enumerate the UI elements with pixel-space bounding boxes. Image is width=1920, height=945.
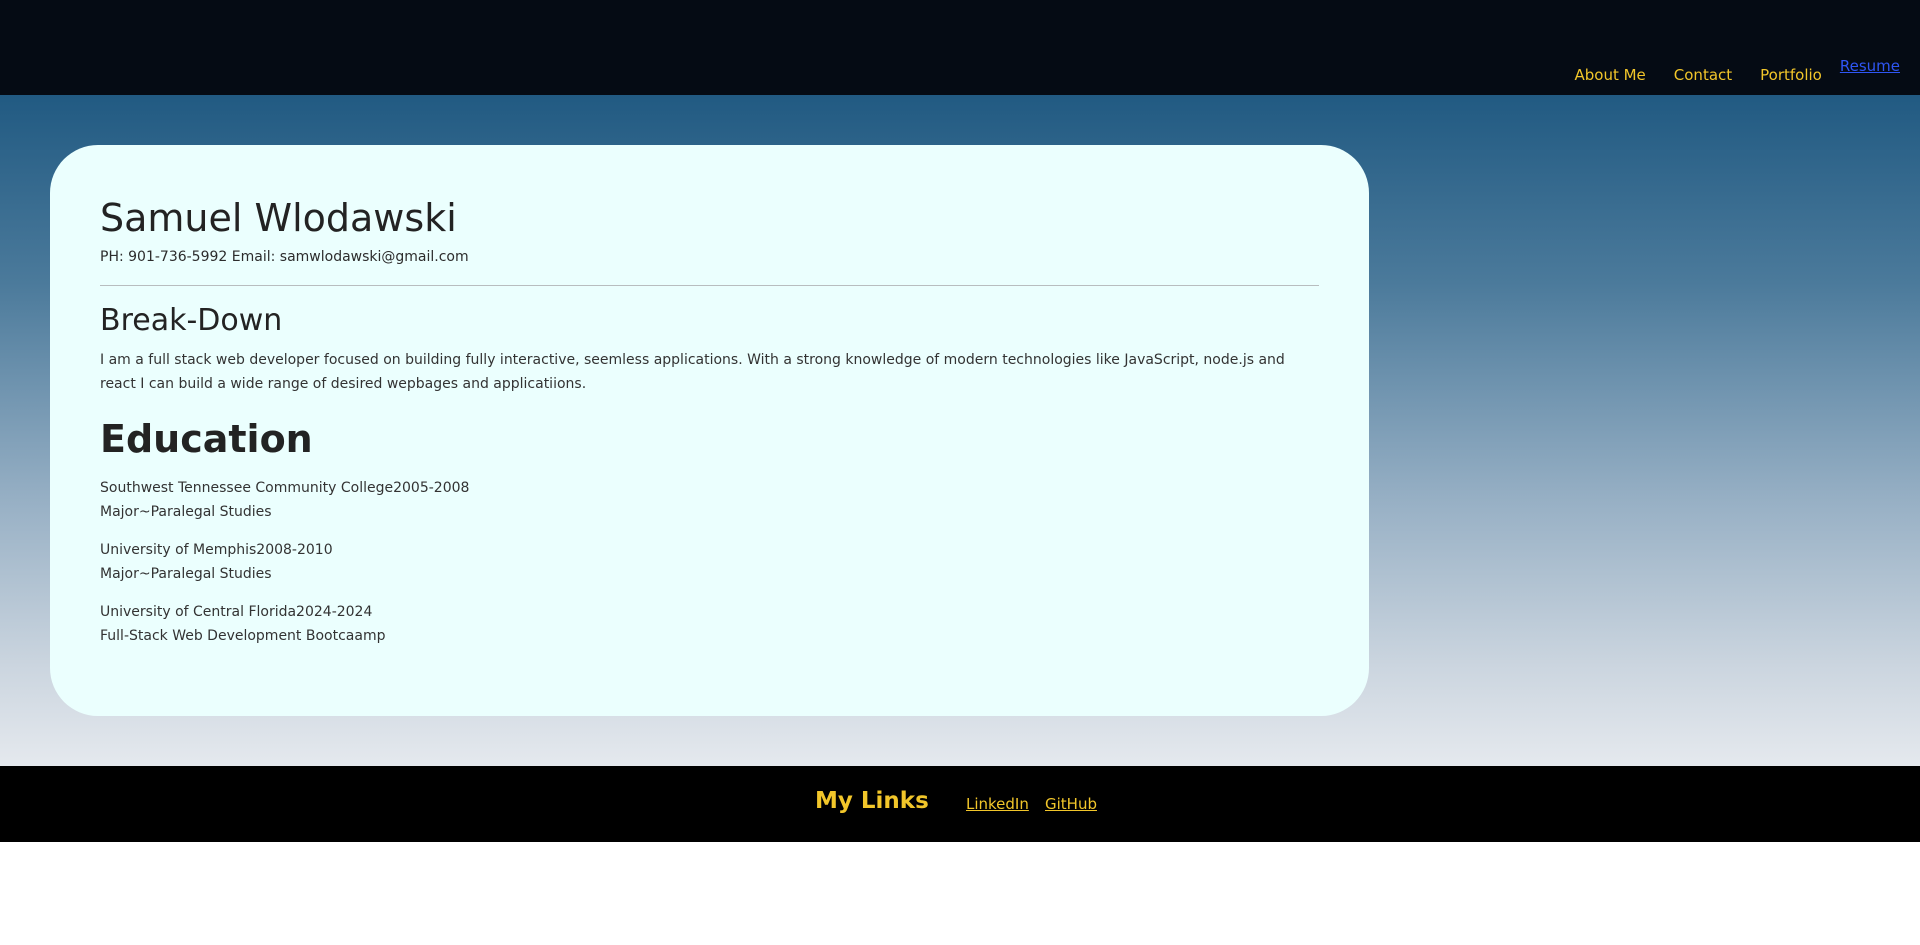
education-school: University of Memphis2008-2010 bbox=[100, 542, 333, 558]
education-major: Major~Paralegal Studies bbox=[100, 504, 272, 520]
nav-link-portfolio[interactable]: Portfolio bbox=[1760, 66, 1822, 84]
nav-link-about-me[interactable]: About Me bbox=[1574, 66, 1645, 84]
github-link[interactable]: GitHub bbox=[1045, 794, 1097, 814]
main-nav: About Me Contact Portfolio Resume bbox=[1546, 0, 1900, 95]
education-entry: University of Central Florida2024-2024 F… bbox=[100, 600, 1319, 648]
breakdown-heading: Break-Down bbox=[100, 303, 283, 338]
nav-link-contact[interactable]: Contact bbox=[1674, 66, 1732, 84]
education-entry: Southwest Tennessee Community College200… bbox=[100, 476, 1319, 524]
site-footer: My Links LinkedIn GitHub bbox=[0, 766, 1920, 842]
nav-link-resume[interactable]: Resume bbox=[1840, 57, 1900, 75]
education-school: University of Central Florida2024-2024 bbox=[100, 604, 373, 620]
hero-background: Samuel Wlodawski PH: 901-736-5992 Email:… bbox=[0, 95, 1920, 766]
education-entry: University of Memphis2008-2010 Major~Par… bbox=[100, 538, 1319, 586]
profile-name: Samuel Wlodawski bbox=[100, 196, 457, 240]
site-header: About Me Contact Portfolio Resume bbox=[0, 0, 1920, 95]
education-major: Major~Paralegal Studies bbox=[100, 566, 272, 582]
contact-info: PH: 901-736-5992 Email: samwlodawski@gma… bbox=[100, 249, 469, 265]
linkedin-link[interactable]: LinkedIn bbox=[966, 794, 1029, 814]
footer-title: My Links bbox=[815, 788, 929, 814]
education-major: Full-Stack Web Development Bootcaamp bbox=[100, 628, 386, 644]
education-heading: Education bbox=[100, 417, 313, 461]
education-school: Southwest Tennessee Community College200… bbox=[100, 480, 470, 496]
breakdown-text: I am a full stack web developer focused … bbox=[100, 352, 1285, 392]
divider bbox=[100, 285, 1319, 286]
resume-card: Samuel Wlodawski PH: 901-736-5992 Email:… bbox=[50, 145, 1369, 716]
